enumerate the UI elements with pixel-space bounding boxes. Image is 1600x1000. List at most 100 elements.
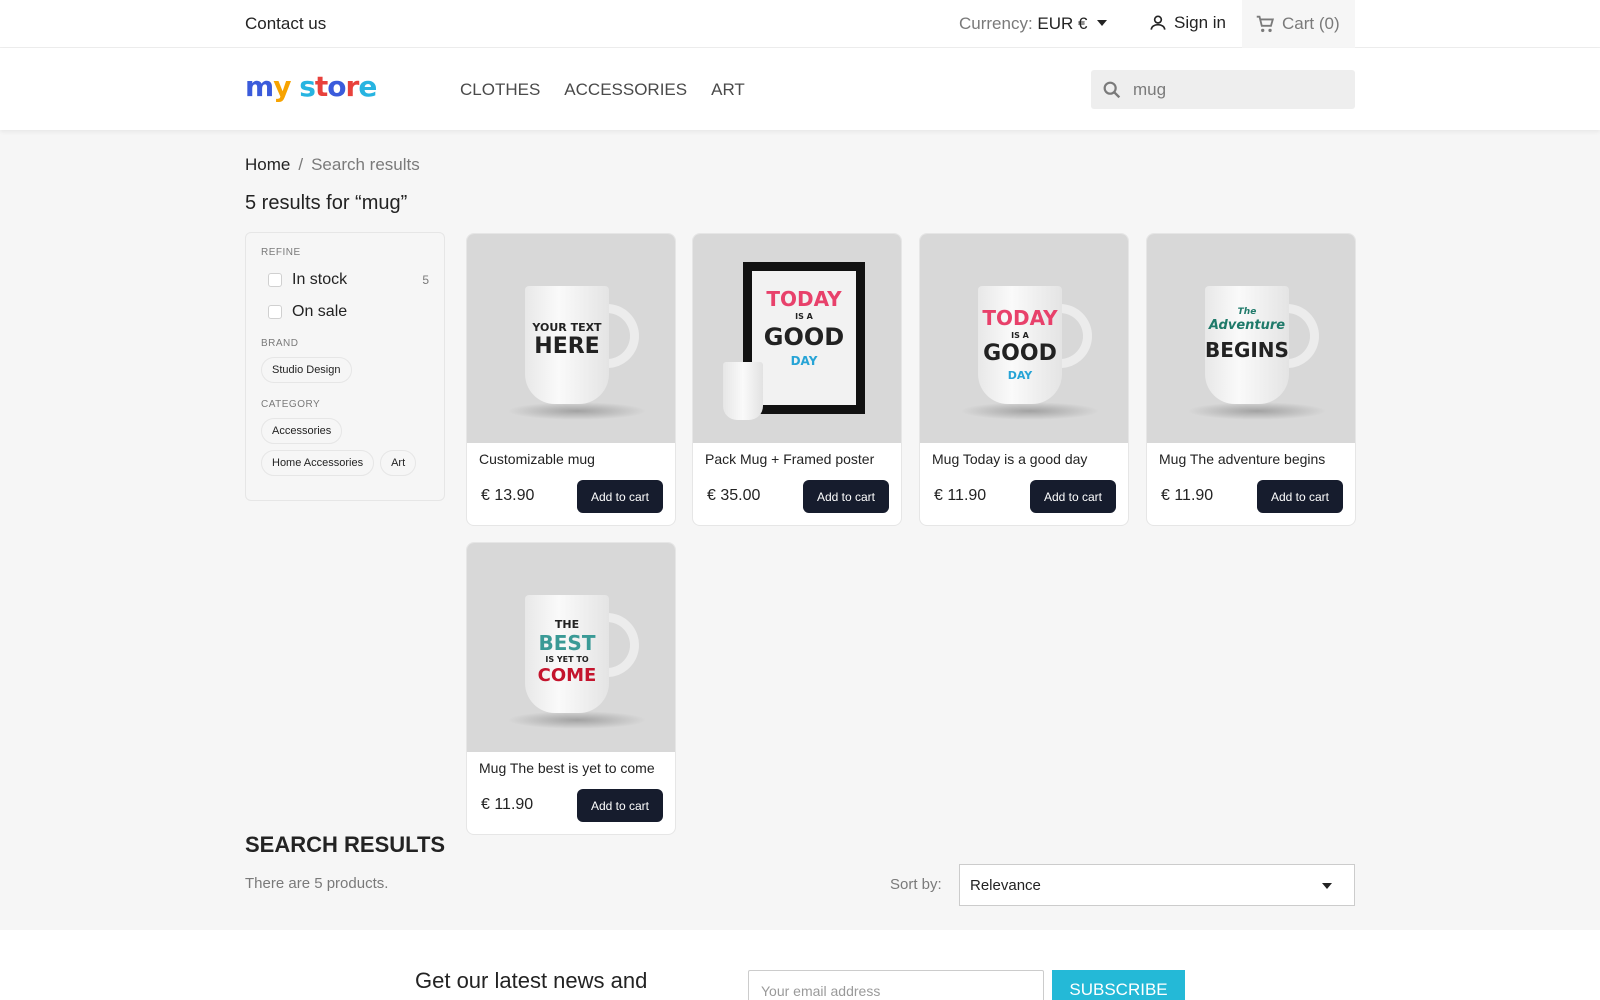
product-price: € 11.90 xyxy=(1161,487,1214,504)
brand-chip-studio-design[interactable]: Studio Design xyxy=(261,357,352,383)
mug-image: YOUR TEXT HERE xyxy=(525,286,609,404)
mug-text: THE xyxy=(554,618,580,631)
currency-value: EUR € xyxy=(1037,14,1088,33)
category-chip-accessories[interactable]: Accessories xyxy=(261,418,343,444)
email-field[interactable]: Your email address xyxy=(748,970,1044,1000)
logo-letter: y xyxy=(273,70,291,103)
mug-text: COME xyxy=(537,665,597,686)
product-card-mug-best-yet-to-come[interactable]: THE BEST IS YET TO COME Mug The best is … xyxy=(466,542,676,835)
top-bar: Contact us Currency: EUR € Sign in Cart … xyxy=(0,0,1600,48)
add-to-cart-button[interactable]: Add to cart xyxy=(1257,480,1343,513)
product-card-pack-mug-poster[interactable]: TODAY IS A GOOD DAY Pack Mug + Framed po… xyxy=(692,233,902,526)
mug-text: Adventure xyxy=(1208,318,1286,333)
product-card-mug-today-good-day[interactable]: TODAY IS A GOOD DAY Mug Today is a good … xyxy=(919,233,1129,526)
sign-in-link[interactable]: Sign in xyxy=(1148,13,1226,33)
category-chips: Accessories xyxy=(261,418,429,444)
nav-accessories[interactable]: ACCESSORIES xyxy=(564,80,687,100)
nav-art[interactable]: ART xyxy=(711,80,745,100)
product-name[interactable]: Mug The best is yet to come xyxy=(479,760,655,776)
search-value: mug xyxy=(1133,79,1167,99)
filter-on-sale[interactable]: On sale xyxy=(261,296,429,328)
brand-chips: Studio Design xyxy=(261,357,429,383)
poster-text: GOOD xyxy=(763,323,845,351)
mug-text: BEGINS xyxy=(1205,338,1289,362)
currency-selector[interactable]: Currency: EUR € xyxy=(959,14,1108,34)
in-stock-label: In stock xyxy=(292,271,348,288)
mug-shadow xyxy=(507,711,647,729)
mug-text: HERE xyxy=(534,334,600,359)
mug-shadow xyxy=(960,402,1100,420)
mug-image: THE BEST IS YET TO COME xyxy=(525,595,609,713)
product-card-customizable-mug[interactable]: YOUR TEXT HERE Customizable mug € 13.90 … xyxy=(466,233,676,526)
product-image[interactable]: YOUR TEXT HERE xyxy=(467,234,675,443)
caret-down-icon xyxy=(1322,883,1332,889)
add-to-cart-button[interactable]: Add to cart xyxy=(577,480,663,513)
mug-text: DAY xyxy=(1007,369,1033,382)
poster-text: IS A xyxy=(795,312,813,321)
nav-clothes[interactable]: CLOTHES xyxy=(460,80,540,100)
product-price: € 11.90 xyxy=(934,487,987,504)
product-count: There are 5 products. xyxy=(245,875,389,892)
subscribe-button[interactable]: SUBSCRIBE xyxy=(1052,970,1185,1000)
product-price: € 11.90 xyxy=(481,796,534,813)
add-to-cart-button[interactable]: Add to cart xyxy=(577,789,663,822)
product-image[interactable]: TODAY IS A GOOD DAY xyxy=(920,234,1128,443)
main-header: my store CLOTHES ACCESSORIES ART mug xyxy=(0,48,1600,130)
small-mug-image xyxy=(723,362,763,420)
product-name[interactable]: Customizable mug xyxy=(479,451,595,467)
logo-letter: s xyxy=(299,70,316,103)
mug-shadow xyxy=(507,402,647,420)
mug-image: TODAY IS A GOOD DAY xyxy=(978,286,1062,404)
breadcrumb-home[interactable]: Home xyxy=(245,155,290,174)
contact-us-link[interactable]: Contact us xyxy=(245,14,326,34)
mug-text: TODAY xyxy=(982,306,1058,330)
filter-in-stock[interactable]: In stock 5 xyxy=(261,264,429,296)
mug-image: The Adventure BEGINS xyxy=(1205,286,1289,404)
product-name[interactable]: Pack Mug + Framed poster xyxy=(705,451,874,467)
mug-text: BEST xyxy=(538,631,596,655)
newsletter-section: Get our latest news and Your email addre… xyxy=(0,930,1600,1000)
product-name[interactable]: Mug Today is a good day xyxy=(932,451,1087,467)
sign-in-label: Sign in xyxy=(1174,13,1226,32)
search-results-heading: SEARCH RESULTS xyxy=(245,832,446,857)
logo-letter: m xyxy=(245,70,274,103)
add-to-cart-button[interactable]: Add to cart xyxy=(1030,480,1116,513)
category-heading: CATEGORY xyxy=(261,399,321,410)
product-card-mug-adventure-begins[interactable]: The Adventure BEGINS Mug The adventure b… xyxy=(1146,233,1356,526)
search-input[interactable]: mug xyxy=(1091,70,1355,109)
brand-heading: BRAND xyxy=(261,338,299,349)
search-icon xyxy=(1103,81,1121,98)
product-image[interactable]: TODAY IS A GOOD DAY xyxy=(693,234,901,443)
product-image[interactable]: The Adventure BEGINS xyxy=(1147,234,1355,443)
breadcrumb: Home / Search results xyxy=(245,155,420,175)
category-chip-art[interactable]: Art xyxy=(380,450,417,476)
filter-panel: REFINE In stock 5 On sale BRAND Studio D… xyxy=(245,232,445,501)
mug-text: The xyxy=(1237,307,1257,317)
category-chips-row2: Home Accessories Art xyxy=(261,450,429,476)
cart-button[interactable]: Cart (0) xyxy=(1242,0,1355,48)
main-nav: CLOTHES ACCESSORIES ART xyxy=(460,80,745,100)
sort-label: Sort by: xyxy=(890,876,942,893)
mug-text: GOOD xyxy=(983,341,1057,366)
product-image[interactable]: THE BEST IS YET TO COME xyxy=(467,543,675,752)
product-name[interactable]: Mug The adventure begins xyxy=(1159,451,1325,467)
add-to-cart-button[interactable]: Add to cart xyxy=(803,480,889,513)
cart-icon xyxy=(1256,15,1275,33)
logo-letter: e xyxy=(358,70,377,103)
logo-letter: t xyxy=(314,70,328,103)
product-price: € 13.90 xyxy=(481,487,535,504)
poster-text: TODAY xyxy=(766,287,842,311)
on-sale-label: On sale xyxy=(292,303,348,320)
in-stock-checkbox[interactable] xyxy=(268,273,282,287)
store-logo[interactable]: my store xyxy=(245,70,377,103)
results-title: 5 results for “mug” xyxy=(245,192,408,214)
sort-select[interactable]: Relevance xyxy=(959,864,1355,906)
currency-label: Currency: xyxy=(959,14,1033,33)
breadcrumb-current: Search results xyxy=(311,155,420,174)
category-chip-home-accessories[interactable]: Home Accessories xyxy=(261,450,375,476)
logo-letter: r xyxy=(345,70,360,103)
poster-text: DAY xyxy=(790,354,818,368)
breadcrumb-separator: / xyxy=(298,155,304,174)
on-sale-checkbox[interactable] xyxy=(268,305,282,319)
product-price: € 35.00 xyxy=(707,487,761,504)
